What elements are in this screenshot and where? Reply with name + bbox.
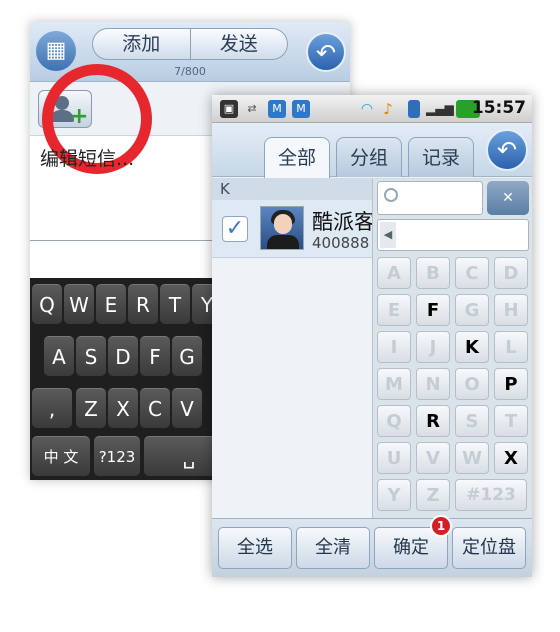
shield-app-icon: M xyxy=(292,100,310,118)
select-all-button[interactable]: 全选 xyxy=(218,527,292,569)
screenshot-stage: ▦ 添加 发送 7/800 ↶ + 编辑短信... Q W E R T Y A xyxy=(0,0,560,632)
key-w[interactable]: W xyxy=(64,284,94,324)
tab-all[interactable]: 全部 xyxy=(264,137,330,179)
selection-count-badge: 1 xyxy=(430,515,452,537)
search-icon xyxy=(384,188,398,202)
key-f[interactable]: F xyxy=(140,336,170,376)
key-g[interactable]: G xyxy=(172,336,202,376)
keypad-key-p[interactable]: P xyxy=(494,368,528,400)
keypad-key-j[interactable]: J xyxy=(416,331,450,363)
key-r[interactable]: R xyxy=(128,284,158,324)
tab-bar: 全部 分组 记录 ↶ xyxy=(212,123,532,179)
keypad-key-l[interactable]: L xyxy=(494,331,528,363)
key-z[interactable]: Z xyxy=(76,388,106,428)
keypad-key-y[interactable]: Y xyxy=(377,479,411,511)
action-bar: 全选 全清 确定 定位盘 xyxy=(212,518,532,577)
key-t[interactable]: T xyxy=(160,284,190,324)
tab-records[interactable]: 记录 xyxy=(408,137,474,177)
keypad-key-w[interactable]: W xyxy=(455,442,489,474)
locate-pad-button[interactable]: 定位盘 xyxy=(452,527,526,569)
keypad-key-z[interactable]: Z xyxy=(416,479,450,511)
clock: 15:57 xyxy=(471,98,526,118)
key-d[interactable]: D xyxy=(108,336,138,376)
keypad-key-h[interactable]: H xyxy=(494,294,528,326)
keypad-key-q[interactable]: Q xyxy=(377,405,411,437)
status-bar: ▣ ⇄ M M ◠ ♪ ▂▄▆ 15:57 xyxy=(212,95,532,123)
key-s[interactable]: S xyxy=(76,336,106,376)
contact-number: 400888 xyxy=(312,234,370,252)
key-symbols[interactable]: ?123 xyxy=(94,436,140,476)
keypad-key-a[interactable]: A xyxy=(377,257,411,289)
keypad-key-g[interactable]: G xyxy=(455,294,489,326)
keypad-scroll[interactable]: ◀ xyxy=(377,219,529,251)
keypad-key-c[interactable]: C xyxy=(455,257,489,289)
message-input[interactable]: 编辑短信... xyxy=(40,144,134,171)
letter-keypad: ✕ ◀ A B C D E F G H I J K L M N O P Q R S T U V W X Y Z #123 xyxy=(372,179,532,519)
keypad-key-num123[interactable]: #123 xyxy=(455,479,527,511)
key-v[interactable]: V xyxy=(172,388,202,428)
keypad-key-m[interactable]: M xyxy=(377,368,411,400)
keypad-key-t[interactable]: T xyxy=(494,405,528,437)
keypad-key-r[interactable]: R xyxy=(416,405,450,437)
key-c[interactable]: C xyxy=(140,388,170,428)
android-icon: ▣ xyxy=(220,100,238,118)
music-icon: ♪ xyxy=(383,100,393,118)
keypad-key-u[interactable]: U xyxy=(377,442,411,474)
backspace-icon[interactable]: ✕ xyxy=(487,181,529,215)
keypad-key-i[interactable]: I xyxy=(377,331,411,363)
contact-name: 酷派客 xyxy=(312,210,375,234)
keypad-key-v[interactable]: V xyxy=(416,442,450,474)
send-button[interactable]: 发送 xyxy=(191,29,288,59)
check-icon[interactable]: ✓ xyxy=(222,216,248,242)
avatar-suit xyxy=(267,235,299,249)
key-comma[interactable]: , xyxy=(32,388,72,428)
signal-icon: ▂▄▆ xyxy=(426,102,454,116)
compose-segmented-control: 添加 发送 xyxy=(92,28,288,60)
keypad-key-b[interactable]: B xyxy=(416,257,450,289)
phone-icon xyxy=(408,100,420,118)
m-app-icon: M xyxy=(268,100,286,118)
keypad-key-d[interactable]: D xyxy=(494,257,528,289)
clear-all-button[interactable]: 全清 xyxy=(296,527,370,569)
keypad-key-x[interactable]: X xyxy=(494,442,528,474)
wifi-icon: ◠ xyxy=(360,101,374,117)
keypad-key-e[interactable]: E xyxy=(377,294,411,326)
keypad-key-k[interactable]: K xyxy=(455,331,489,363)
key-language[interactable]: 中 文 xyxy=(32,436,90,476)
key-q[interactable]: Q xyxy=(32,284,62,324)
back-arrow-icon[interactable]: ↶ xyxy=(486,129,528,171)
left-arrow-icon[interactable]: ◀ xyxy=(380,222,396,248)
add-button[interactable]: 添加 xyxy=(93,29,191,59)
avatar xyxy=(260,206,304,250)
search-input[interactable] xyxy=(377,181,483,215)
avatar-face xyxy=(274,214,292,234)
back-arrow-icon[interactable]: ↶ xyxy=(306,32,346,72)
keypad-key-o[interactable]: O xyxy=(455,368,489,400)
contact-picker-screen: ▣ ⇄ M M ◠ ♪ ▂▄▆ 15:57 全部 分组 记录 ↶ K ✓ 酷派客… xyxy=(212,95,532,577)
tab-groups[interactable]: 分组 xyxy=(336,137,402,177)
key-x[interactable]: X xyxy=(108,388,138,428)
key-a[interactable]: A xyxy=(44,336,74,376)
keypad-key-s[interactable]: S xyxy=(455,405,489,437)
usb-icon: ⇄ xyxy=(247,102,257,115)
keypad-key-f[interactable]: F xyxy=(416,294,450,326)
key-e[interactable]: E xyxy=(96,284,126,324)
keypad-key-n[interactable]: N xyxy=(416,368,450,400)
